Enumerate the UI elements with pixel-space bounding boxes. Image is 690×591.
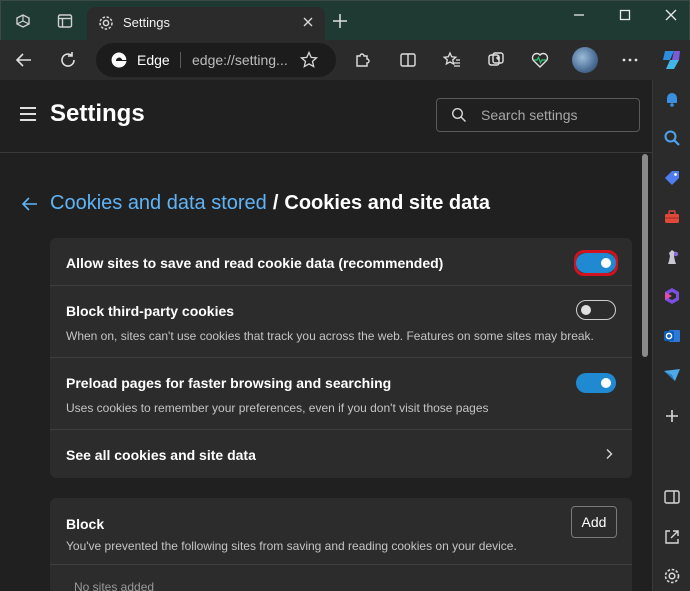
refresh-icon[interactable] (56, 48, 80, 72)
close-icon[interactable] (301, 15, 315, 29)
tab-actions-icon[interactable] (55, 11, 75, 31)
scrollbar[interactable] (640, 154, 650, 591)
edge-logo-icon (111, 52, 127, 68)
setting-row-allow-cookies: Allow sites to save and read cookie data… (50, 238, 632, 286)
gear-icon (99, 16, 113, 30)
tab-title: Settings (123, 15, 170, 30)
search-icon[interactable] (661, 127, 683, 149)
minimize-icon[interactable] (569, 5, 589, 25)
setting-title: Allow sites to save and read cookie data… (66, 255, 444, 271)
extensions-icon[interactable] (350, 48, 374, 72)
tab-settings[interactable]: Settings (87, 7, 325, 41)
setting-title: Preload pages for faster browsing and se… (66, 375, 392, 391)
setting-description: Uses cookies to remember your preference… (66, 401, 489, 415)
split-screen-icon[interactable] (396, 48, 420, 72)
page-title: Settings (50, 100, 145, 127)
omnibox-url[interactable]: edge://setting... (192, 52, 288, 68)
outlook-icon[interactable] (661, 325, 683, 347)
add-icon[interactable] (661, 405, 683, 427)
empty-list-text: No sites added (74, 580, 155, 591)
setting-title: Block third-party cookies (66, 303, 235, 319)
favorites-icon[interactable] (440, 48, 464, 72)
open-external-icon[interactable] (661, 526, 683, 548)
omnibox-divider (180, 52, 181, 68)
block-section-description: You've prevented the following sites fro… (66, 539, 517, 553)
collections-icon[interactable] (484, 48, 508, 72)
address-bar[interactable]: Edge edge://setting... (96, 43, 336, 77)
toolbox-icon[interactable] (661, 206, 683, 228)
settings-header: Settings (0, 80, 652, 153)
edge-sidebar (652, 80, 690, 591)
back-arrow-icon[interactable] (20, 194, 40, 214)
copilot-icon[interactable] (659, 47, 685, 73)
search-icon (451, 107, 466, 122)
setting-title: See all cookies and site data (66, 447, 256, 463)
close-window-icon[interactable] (661, 5, 681, 25)
browser-toolbar: Edge edge://setting... (0, 40, 690, 80)
setting-description: When on, sites can't use cookies that tr… (66, 329, 594, 343)
divider (50, 564, 632, 565)
profile-avatar[interactable] (572, 47, 598, 73)
block-sites-card: Block You've prevented the following sit… (50, 498, 632, 591)
setting-row-preload-pages: Preload pages for faster browsing and se… (50, 358, 632, 430)
browser-essentials-icon[interactable] (528, 48, 552, 72)
favorite-star-icon[interactable] (299, 50, 319, 70)
tag-icon[interactable] (661, 167, 683, 189)
setting-row-block-third-party: Block third-party cookies When on, sites… (50, 286, 632, 358)
chess-icon[interactable] (661, 246, 683, 268)
gear-icon[interactable] (661, 565, 683, 587)
breadcrumb-parent-link[interactable]: Cookies and data stored (50, 192, 267, 215)
workspaces-icon[interactable] (13, 11, 33, 31)
title-bar: Settings (0, 0, 690, 41)
preload-pages-toggle[interactable] (576, 373, 616, 393)
add-blocked-site-button[interactable]: Add (571, 506, 617, 538)
omnibox-brand: Edge (137, 52, 170, 68)
breadcrumb: Cookies and data stored / Cookies and si… (20, 192, 490, 215)
chevron-right-icon (606, 449, 613, 459)
search-settings-input[interactable] (481, 99, 631, 131)
back-icon[interactable] (12, 48, 36, 72)
breadcrumb-separator: / (272, 192, 279, 214)
send-icon[interactable] (661, 364, 683, 386)
cookie-settings-card: Allow sites to save and read cookie data… (50, 238, 632, 478)
search-settings-box[interactable] (436, 98, 640, 132)
menu-icon[interactable] (20, 107, 36, 121)
allow-cookies-toggle[interactable] (576, 253, 616, 273)
block-third-party-toggle[interactable] (576, 300, 616, 320)
settings-page: Settings Cookies and data stored / Cooki… (0, 80, 652, 591)
scrollbar-thumb[interactable] (642, 154, 648, 357)
more-options-icon[interactable] (618, 48, 642, 72)
split-screen-icon[interactable] (661, 486, 683, 508)
breadcrumb-current: Cookies and site data (284, 192, 490, 214)
new-tab-icon[interactable] (331, 12, 349, 30)
maximize-icon[interactable] (615, 5, 635, 25)
block-section-title: Block (66, 516, 105, 532)
office-icon[interactable] (661, 285, 683, 307)
bell-icon[interactable] (661, 88, 683, 110)
setting-row-see-all-cookies[interactable]: See all cookies and site data (50, 430, 632, 478)
